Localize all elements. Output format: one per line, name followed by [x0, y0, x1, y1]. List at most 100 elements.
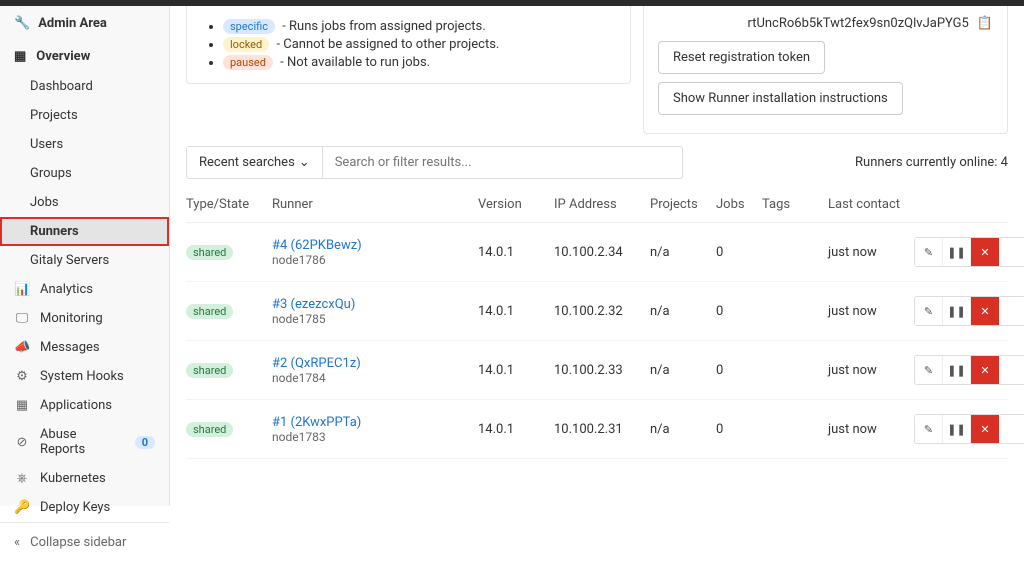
runner-type-legend: specific - Runs jobs from assigned proje… — [186, 6, 631, 84]
edit-runner-button[interactable]: ✎ — [915, 297, 943, 325]
sidebar-item-label: Kubernetes — [40, 471, 106, 486]
sidebar-item-label: System Hooks — [40, 369, 124, 384]
cell-version: 14.0.1 — [478, 304, 548, 319]
wrench-icon: 🔧 — [14, 16, 30, 31]
sidebar-item-gitaly-servers[interactable]: Gitaly Servers — [0, 246, 169, 275]
edit-runner-button[interactable]: ✎ — [915, 238, 943, 266]
runner-node: node1786 — [272, 253, 472, 267]
sidebar-item-messages[interactable]: 📣Messages — [0, 333, 169, 362]
tag-specific: specific — [223, 19, 275, 34]
column-header: IP Address — [554, 197, 644, 212]
runner-link[interactable]: #1 (2KwxPPTa) — [272, 415, 361, 430]
column-header: Projects — [650, 197, 710, 212]
legend-desc: - Not available to run jobs. — [277, 55, 430, 70]
sidebar-item-kubernetes[interactable]: ⎈ Kubernetes — [0, 464, 169, 493]
kubernetes-icon: ⎈ — [14, 471, 30, 486]
cell-ip: 10.100.2.32 — [554, 304, 644, 319]
pause-runner-button[interactable]: ❚❚ — [943, 297, 971, 325]
overview-section[interactable]: ▦ Overview — [0, 41, 169, 72]
badge-count: 0 — [135, 436, 155, 449]
cell-projects: n/a — [650, 304, 710, 319]
sidebar-item-label: Applications — [40, 398, 112, 413]
runner-state-tag: shared — [186, 363, 233, 378]
pause-icon: ❚❚ — [947, 246, 965, 259]
runners-table: Type/StateRunnerVersionIP AddressProject… — [186, 187, 1008, 459]
sidebar-item-dashboard[interactable]: Dashboard — [0, 72, 169, 101]
reset-token-button[interactable]: Reset registration token — [658, 41, 825, 74]
sidebar-item-label: Messages — [40, 340, 100, 355]
row-actions: ✎ ❚❚ ✕ — [914, 296, 1024, 326]
cell-last: just now — [828, 304, 908, 319]
pause-icon: ❚❚ — [947, 305, 965, 318]
runner-link[interactable]: #2 (QxRPEC1z) — [272, 356, 361, 371]
pause-runner-button[interactable]: ❚❚ — [943, 238, 971, 266]
cell-jobs: 0 — [716, 363, 756, 378]
sidebar-item-abuse-reports[interactable]: ⊘Abuse Reports0 — [0, 420, 169, 464]
abuse-reports-icon: ⊘ — [14, 435, 30, 450]
edit-runner-button[interactable]: ✎ — [915, 415, 943, 443]
tag-locked: locked — [223, 37, 269, 52]
sidebar-item-deploy-keys[interactable]: 🔑Deploy Keys — [0, 493, 169, 522]
admin-area-title: Admin Area — [38, 16, 107, 31]
close-icon: ✕ — [980, 305, 989, 318]
sidebar-item-system-hooks[interactable]: ⚙System Hooks — [0, 362, 169, 391]
runner-link[interactable]: #4 (62PKBewz) — [272, 238, 362, 253]
sidebar-item-label: Jobs — [30, 195, 59, 210]
sidebar-item-analytics[interactable]: 📊 Analytics — [0, 275, 169, 304]
legend-desc: - Cannot be assigned to other projects. — [273, 37, 499, 52]
runner-state-tag: shared — [186, 245, 233, 260]
sidebar-item-runners[interactable]: Runners — [0, 217, 169, 246]
recent-searches-label: Recent searches — [199, 155, 295, 170]
sidebar-item-jobs[interactable]: Jobs — [0, 188, 169, 217]
remove-runner-button[interactable]: ✕ — [971, 238, 999, 266]
search-input[interactable] — [323, 146, 683, 179]
cell-last: just now — [828, 245, 908, 260]
pause-runner-button[interactable]: ❚❚ — [943, 356, 971, 384]
table-row: shared#2 (QxRPEC1z)node178414.0.110.100.… — [186, 341, 1008, 400]
cell-version: 14.0.1 — [478, 245, 548, 260]
pause-runner-button[interactable]: ❚❚ — [943, 415, 971, 443]
cell-ip: 10.100.2.34 — [554, 245, 644, 260]
sidebar-item-label: Analytics — [40, 282, 93, 297]
sidebar-item-label: Runners — [30, 224, 79, 239]
pause-icon: ❚❚ — [947, 423, 965, 436]
cell-projects: n/a — [650, 422, 710, 437]
sidebar-item-groups[interactable]: Groups — [0, 159, 169, 188]
pencil-icon: ✎ — [924, 305, 933, 318]
table-row: shared#3 (ezezcxQu)node178514.0.110.100.… — [186, 282, 1008, 341]
runner-node: node1784 — [272, 371, 472, 385]
sidebar-item-label: Gitaly Servers — [30, 253, 109, 268]
cell-ip: 10.100.2.31 — [554, 422, 644, 437]
runner-link[interactable]: #3 (ezezcxQu) — [272, 297, 355, 312]
row-actions: ✎ ❚❚ ✕ — [914, 237, 1024, 267]
column-header: Jobs — [716, 197, 756, 212]
column-header: Version — [478, 197, 548, 212]
sidebar: 🔧 Admin Area ▦ Overview DashboardProject… — [0, 6, 170, 506]
cell-projects: n/a — [650, 363, 710, 378]
table-row: shared #4 (62PKBewz)node1786 14.0.1 10.100.… — [186, 223, 1008, 282]
show-instructions-button[interactable]: Show Runner installation instructions — [658, 82, 903, 115]
applications-icon: ▦ — [14, 398, 30, 413]
pencil-icon: ✎ — [924, 246, 933, 259]
cell-version: 14.0.1 — [478, 422, 548, 437]
cell-ip: 10.100.2.33 — [554, 363, 644, 378]
cell-jobs: 0 — [716, 245, 756, 260]
recent-searches-dropdown[interactable]: Recent searches ⌄ — [186, 146, 323, 179]
sidebar-item-applications[interactable]: ▦ Applications — [0, 391, 169, 420]
analytics-icon: 📊 — [14, 282, 30, 297]
copy-token-icon[interactable]: 📋 — [977, 16, 993, 31]
sidebar-item-projects[interactable]: Projects — [0, 101, 169, 130]
remove-runner-button[interactable]: ✕ — [971, 356, 999, 384]
sidebar-item-label: Monitoring — [40, 311, 103, 326]
main-content: specific - Runs jobs from assigned proje… — [170, 6, 1024, 506]
token-panel: rtUncRo6b5kTwt2fex9sn0zQlvJaPYG5 📋 Reset… — [643, 6, 1008, 134]
remove-runner-button[interactable]: ✕ — [971, 297, 999, 325]
row-actions: ✎❚❚✕ — [914, 355, 1024, 385]
remove-runner-button[interactable]: ✕ — [971, 415, 999, 443]
sidebar-item-users[interactable]: Users — [0, 130, 169, 159]
collapse-sidebar[interactable]: « Collapse sidebar — [0, 522, 169, 562]
sidebar-item-monitoring[interactable]: 🖵Monitoring — [0, 304, 169, 333]
filter-toolbar: Recent searches ⌄ Runners currently onli… — [186, 146, 1008, 179]
close-icon: ✕ — [980, 246, 989, 259]
edit-runner-button[interactable]: ✎ — [915, 356, 943, 384]
